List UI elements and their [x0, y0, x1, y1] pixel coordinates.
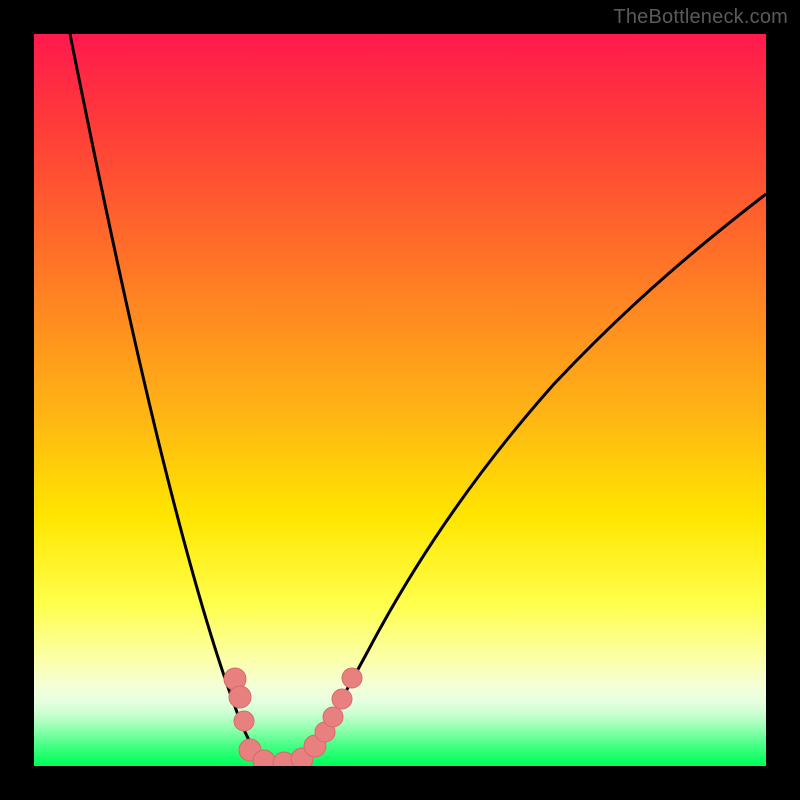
chart-frame: TheBottleneck.com — [0, 0, 800, 800]
curve-right-branch — [302, 194, 766, 765]
watermark-text: TheBottleneck.com — [613, 6, 788, 29]
data-marker — [342, 668, 362, 688]
data-marker — [229, 686, 251, 708]
data-marker — [332, 689, 352, 709]
plot-area — [34, 34, 766, 766]
data-marker — [234, 711, 254, 731]
curve-left-branch — [70, 34, 266, 765]
data-marker — [323, 707, 343, 727]
curve-layer — [34, 34, 766, 766]
marker-group — [224, 668, 362, 766]
